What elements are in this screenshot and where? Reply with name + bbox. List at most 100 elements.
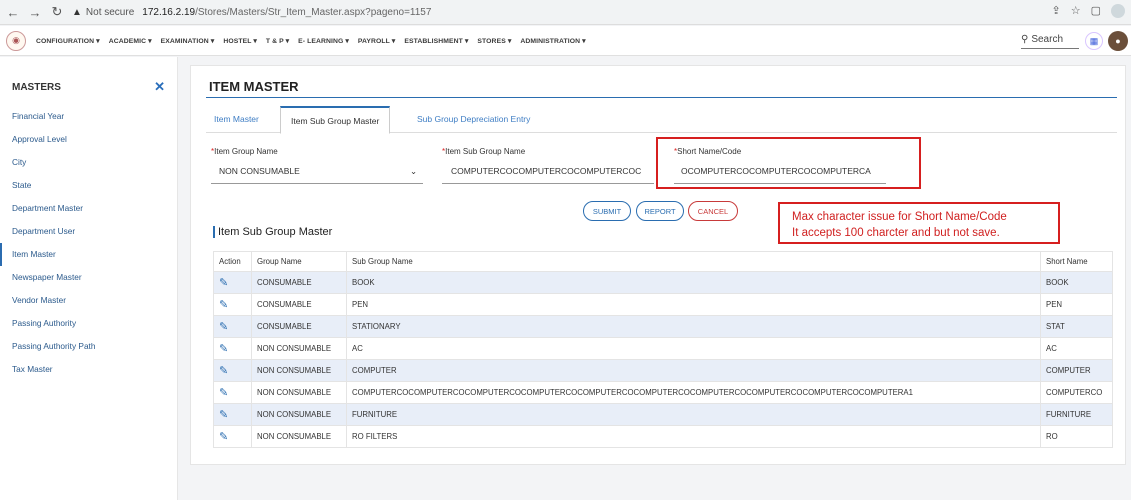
sidebar-item[interactable]: City: [0, 151, 177, 174]
table-row: ✎ NON CONSUMABLE COMPUTER COMPUTER: [213, 359, 1113, 382]
table-row: ✎ NON CONSUMABLE RO FILTERS RO: [213, 425, 1113, 448]
nav-menu-item[interactable]: T & P ▾: [266, 37, 289, 45]
tab-item-master[interactable]: Item Master: [214, 114, 259, 124]
edit-icon[interactable]: ✎: [219, 365, 228, 377]
search-icon: ⚲: [1021, 34, 1029, 45]
table-row: ✎ NON CONSUMABLE FURNITURE FURNITURE: [213, 403, 1113, 426]
search-input[interactable]: ⚲ Search: [1021, 31, 1079, 49]
sidebar-item[interactable]: Financial Year: [0, 105, 177, 128]
report-button[interactable]: REPORT: [636, 201, 684, 221]
action-cell: ✎: [213, 315, 252, 338]
main-panel: ITEM MASTER Item Master Item Sub Group M…: [190, 65, 1126, 465]
nav-menu-item[interactable]: ADMINISTRATION ▾: [520, 37, 585, 45]
forward-icon[interactable]: →: [26, 5, 44, 20]
tab-item-sub-group-master[interactable]: Item Sub Group Master: [280, 106, 391, 134]
chevron-down-icon[interactable]: ⌄: [410, 166, 417, 177]
sidebar-item[interactable]: Approval Level: [0, 128, 177, 151]
sidebar-item[interactable]: Department User: [0, 220, 177, 243]
sub-group-name-cell: COMPUTER: [346, 359, 1041, 382]
edit-icon[interactable]: ✎: [219, 321, 228, 333]
nav-menu-item[interactable]: ESTABLISHMENT ▾: [404, 37, 468, 45]
edit-icon[interactable]: ✎: [219, 343, 228, 355]
short-name-cell: AC: [1040, 337, 1113, 360]
group-name-cell: NON CONSUMABLE: [251, 337, 347, 360]
table-row: ✎ NON CONSUMABLE AC AC: [213, 337, 1113, 360]
column-header-group-name: Group Name: [251, 251, 347, 272]
short-name-cell: STAT: [1040, 315, 1113, 338]
tab-sub-group-depreciation-entry[interactable]: Sub Group Depreciation Entry: [417, 114, 530, 124]
warning-icon: ▲: [72, 6, 82, 18]
apps-grid-icon[interactable]: ▦: [1085, 32, 1103, 50]
sub-group-name-cell: RO FILTERS: [346, 425, 1041, 448]
action-cell: ✎: [213, 359, 252, 382]
nav-menu-item[interactable]: EXAMINATION ▾: [161, 37, 215, 45]
sidebar-item[interactable]: Passing Authority Path: [0, 335, 177, 358]
sidebar-item[interactable]: Vendor Master: [0, 289, 177, 312]
action-cell: ✎: [213, 293, 252, 316]
short-name-cell: RO: [1040, 425, 1113, 448]
tab-bar: Item Master Item Sub Group Master Sub Gr…: [206, 106, 1117, 134]
submit-button[interactable]: SUBMIT: [583, 201, 631, 221]
sub-group-name-cell: BOOK: [346, 271, 1041, 294]
nav-menu-item[interactable]: PAYROLL ▾: [358, 37, 395, 45]
item-sub-group-input[interactable]: COMPUTERCOCOMPUTERCOCOMPUTERCOC: [451, 166, 641, 176]
close-icon[interactable]: ✕: [154, 79, 165, 95]
column-header-action: Action: [213, 251, 252, 272]
short-name-cell: COMPUTERCO: [1040, 381, 1113, 404]
group-name-cell: CONSUMABLE: [251, 315, 347, 338]
issue-note-line1: Max character issue for Short Name/Code: [792, 211, 1007, 223]
short-name-cell: BOOK: [1040, 271, 1113, 294]
table-row: ✎ CONSUMABLE PEN PEN: [213, 293, 1113, 316]
action-cell: ✎: [213, 271, 252, 294]
item-group-label: *Item Group Name: [211, 147, 278, 156]
table-row: ✎ CONSUMABLE STATIONARY STAT: [213, 315, 1113, 338]
cancel-button[interactable]: CANCEL: [688, 201, 738, 221]
table-header-row: Action Group Name Sub Group Name Short N…: [213, 251, 1113, 272]
group-name-cell: NON CONSUMABLE: [251, 381, 347, 404]
split-view-icon[interactable]: ▢: [1091, 4, 1101, 18]
nav-menu-item[interactable]: CONFIGURATION ▾: [36, 37, 100, 45]
sidebar-list: Financial Year Approval Level City State Dep…: [0, 105, 177, 381]
item-group-underline: [211, 183, 423, 184]
item-sub-group-label: *Item Sub Group Name: [442, 147, 526, 156]
sub-group-name-cell: STATIONARY: [346, 315, 1041, 338]
sidebar-item[interactable]: Tax Master: [0, 358, 177, 381]
section-title: Item Sub Group Master: [213, 226, 332, 238]
edit-icon[interactable]: ✎: [219, 409, 228, 421]
sidebar-item[interactable]: State: [0, 174, 177, 197]
bookmark-star-icon[interactable]: ☆: [1071, 4, 1081, 18]
app-top-nav: ◉ CONFIGURATION ▾ ACADEMIC ▾ EXAMINATION ▾…: [0, 26, 1131, 56]
edit-icon[interactable]: ✎: [219, 431, 228, 443]
action-cell: ✎: [213, 403, 252, 426]
avatar[interactable]: ●: [1108, 31, 1128, 51]
item-group-select[interactable]: NON CONSUMABLE: [219, 166, 300, 176]
nav-menu-item[interactable]: HOSTEL ▾: [223, 37, 257, 45]
group-name-cell: NON CONSUMABLE: [251, 359, 347, 382]
action-cell: ✎: [213, 381, 252, 404]
group-name-cell: CONSUMABLE: [251, 293, 347, 316]
institution-logo-icon: ◉: [6, 30, 26, 51]
title-divider: [206, 97, 1117, 98]
sidebar-item[interactable]: Newspaper Master: [0, 266, 177, 289]
edit-icon[interactable]: ✎: [219, 387, 228, 399]
issue-note: Max character issue for Short Name/Code …: [778, 202, 1060, 244]
security-indicator[interactable]: ▲ Not secure: [72, 7, 134, 18]
sidebar-item[interactable]: Department Master: [0, 197, 177, 220]
sidebar-item[interactable]: Item Master: [0, 243, 177, 266]
address-bar[interactable]: 172.16.2.19/Stores/Masters/Str_Item_Mast…: [142, 7, 431, 18]
issue-note-line2: It accepts 100 charcter and but not save…: [792, 227, 1000, 239]
nav-menu-item[interactable]: E- LEARNING ▾: [298, 37, 349, 45]
share-icon[interactable]: ⇪: [1052, 4, 1061, 18]
edit-icon[interactable]: ✎: [219, 277, 228, 289]
nav-menu-item[interactable]: ACADEMIC ▾: [109, 37, 152, 45]
column-header-short-name: Short Name: [1040, 251, 1113, 272]
edit-icon[interactable]: ✎: [219, 299, 228, 311]
group-name-cell: NON CONSUMABLE: [251, 425, 347, 448]
nav-menu-item[interactable]: STORES ▾: [477, 37, 511, 45]
back-icon[interactable]: ←: [4, 5, 22, 20]
sub-group-name-cell: COMPUTERCOCOMPUTERCOCOMPUTERCOCOMPUTERCO…: [346, 381, 1041, 404]
browser-profile-icon[interactable]: [1111, 4, 1125, 18]
sub-group-table: Action Group Name Sub Group Name Short N…: [213, 251, 1113, 448]
reload-icon[interactable]: ↻: [48, 4, 66, 20]
sidebar-item[interactable]: Passing Authority: [0, 312, 177, 335]
